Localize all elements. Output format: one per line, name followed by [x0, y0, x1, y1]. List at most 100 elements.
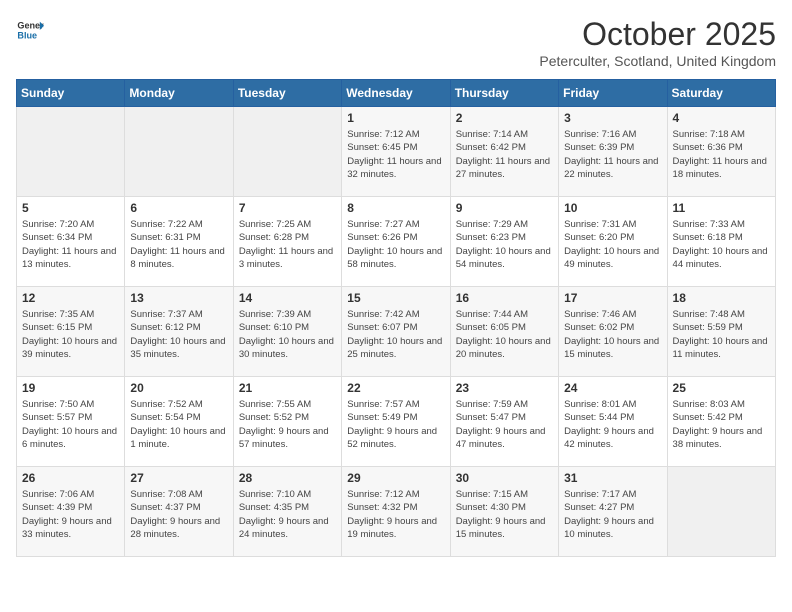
- calendar-cell: 29 Sunrise: 7:12 AMSunset: 4:32 PMDayligh…: [342, 467, 450, 557]
- calendar-header-row: SundayMondayTuesdayWednesdayThursdayFrid…: [17, 80, 776, 107]
- day-info: Sunrise: 7:12 AMSunset: 6:45 PMDaylight:…: [347, 128, 444, 181]
- day-number: 21: [239, 381, 336, 395]
- day-number: 7: [239, 201, 336, 215]
- day-number: 18: [673, 291, 770, 305]
- calendar-cell: 30 Sunrise: 7:15 AMSunset: 4:30 PMDayligh…: [450, 467, 558, 557]
- calendar-cell: 17 Sunrise: 7:46 AMSunset: 6:02 PMDayligh…: [559, 287, 667, 377]
- calendar-cell: 19Sunrise: 7:50 AMSunset: 5:57 PMDayligh…: [17, 377, 125, 467]
- day-info: Sunrise: 7:12 AMSunset: 4:32 PMDaylight:…: [347, 488, 444, 541]
- day-number: 14: [239, 291, 336, 305]
- day-info: Sunrise: 7:27 AMSunset: 6:26 PMDaylight:…: [347, 218, 444, 271]
- day-number: 28: [239, 471, 336, 485]
- day-number: 5: [22, 201, 119, 215]
- day-info: Sunrise: 7:39 AMSunset: 6:10 PMDaylight:…: [239, 308, 336, 361]
- calendar-cell: 26 Sunrise: 7:06 AMSunset: 4:39 PMDayligh…: [17, 467, 125, 557]
- day-info: Sunrise: 7:48 AMSunset: 5:59 PMDaylight:…: [673, 308, 770, 361]
- calendar-cell: 1 Sunrise: 7:12 AMSunset: 6:45 PMDaylight…: [342, 107, 450, 197]
- day-info: Sunrise: 7:35 AMSunset: 6:15 PMDaylight:…: [22, 308, 119, 361]
- logo-icon: General Blue: [16, 16, 44, 44]
- day-number: 15: [347, 291, 444, 305]
- calendar-cell: 13 Sunrise: 7:37 AMSunset: 6:12 PMDayligh…: [125, 287, 233, 377]
- calendar-cell: [125, 107, 233, 197]
- day-info: Sunrise: 7:42 AMSunset: 6:07 PMDaylight:…: [347, 308, 444, 361]
- calendar-table: SundayMondayTuesdayWednesdayThursdayFrid…: [16, 79, 776, 557]
- day-number: 27: [130, 471, 227, 485]
- day-number: 2: [456, 111, 553, 125]
- calendar-week-row: 5 Sunrise: 7:20 AMSunset: 6:34 PMDaylight…: [17, 197, 776, 287]
- calendar-week-row: 19Sunrise: 7:50 AMSunset: 5:57 PMDayligh…: [17, 377, 776, 467]
- day-info: Sunrise: 7:16 AMSunset: 6:39 PMDaylight:…: [564, 128, 661, 181]
- day-info: Sunrise: 7:46 AMSunset: 6:02 PMDaylight:…: [564, 308, 661, 361]
- calendar-cell: 11 Sunrise: 7:33 AMSunset: 6:18 PMDayligh…: [667, 197, 775, 287]
- day-number: 4: [673, 111, 770, 125]
- logo: General Blue: [16, 16, 44, 44]
- calendar-cell: 4 Sunrise: 7:18 AMSunset: 6:36 PMDaylight…: [667, 107, 775, 197]
- calendar-cell: 12 Sunrise: 7:35 AMSunset: 6:15 PMDayligh…: [17, 287, 125, 377]
- day-info: Sunrise: 7:14 AMSunset: 6:42 PMDaylight:…: [456, 128, 553, 181]
- day-info: Sunrise: 7:44 AMSunset: 6:05 PMDaylight:…: [456, 308, 553, 361]
- svg-text:Blue: Blue: [17, 30, 37, 40]
- day-number: 22: [347, 381, 444, 395]
- calendar-cell: 8 Sunrise: 7:27 AMSunset: 6:26 PMDaylight…: [342, 197, 450, 287]
- calendar-cell: 15 Sunrise: 7:42 AMSunset: 6:07 PMDayligh…: [342, 287, 450, 377]
- day-info: Sunrise: 7:29 AMSunset: 6:23 PMDaylight:…: [456, 218, 553, 271]
- weekday-header: Thursday: [450, 80, 558, 107]
- calendar-week-row: 12 Sunrise: 7:35 AMSunset: 6:15 PMDayligh…: [17, 287, 776, 377]
- day-number: 24: [564, 381, 661, 395]
- day-info: Sunrise: 7:18 AMSunset: 6:36 PMDaylight:…: [673, 128, 770, 181]
- day-number: 29: [347, 471, 444, 485]
- day-info: Sunrise: 7:59 AMSunset: 5:47 PMDaylight:…: [456, 398, 553, 451]
- calendar-cell: 28 Sunrise: 7:10 AMSunset: 4:35 PMDayligh…: [233, 467, 341, 557]
- day-number: 19: [22, 381, 119, 395]
- day-number: 13: [130, 291, 227, 305]
- day-number: 11: [673, 201, 770, 215]
- location: Peterculter, Scotland, United Kingdom: [539, 53, 776, 69]
- day-number: 9: [456, 201, 553, 215]
- day-info: Sunrise: 7:31 AMSunset: 6:20 PMDaylight:…: [564, 218, 661, 271]
- day-number: 20: [130, 381, 227, 395]
- day-number: 23: [456, 381, 553, 395]
- day-info: Sunrise: 7:08 AMSunset: 4:37 PMDaylight:…: [130, 488, 227, 541]
- page-header: General Blue October 2025 Peterculter, S…: [16, 16, 776, 69]
- day-number: 26: [22, 471, 119, 485]
- day-info: Sunrise: 7:06 AMSunset: 4:39 PMDaylight:…: [22, 488, 119, 541]
- day-number: 16: [456, 291, 553, 305]
- day-info: Sunrise: 7:55 AMSunset: 5:52 PMDaylight:…: [239, 398, 336, 451]
- month-title: October 2025: [539, 16, 776, 53]
- calendar-cell: 24Sunrise: 8:01 AMSunset: 5:44 PMDayligh…: [559, 377, 667, 467]
- calendar-cell: [667, 467, 775, 557]
- calendar-cell: [233, 107, 341, 197]
- calendar-cell: 14 Sunrise: 7:39 AMSunset: 6:10 PMDayligh…: [233, 287, 341, 377]
- calendar-cell: 21 Sunrise: 7:55 AMSunset: 5:52 PMDayligh…: [233, 377, 341, 467]
- day-info: Sunrise: 7:15 AMSunset: 4:30 PMDaylight:…: [456, 488, 553, 541]
- day-number: 17: [564, 291, 661, 305]
- day-number: 12: [22, 291, 119, 305]
- day-info: Sunrise: 7:10 AMSunset: 4:35 PMDaylight:…: [239, 488, 336, 541]
- day-info: Sunrise: 7:33 AMSunset: 6:18 PMDaylight:…: [673, 218, 770, 271]
- day-info: Sunrise: 8:03 AMSunset: 5:42 PMDaylight:…: [673, 398, 770, 451]
- calendar-cell: 5 Sunrise: 7:20 AMSunset: 6:34 PMDaylight…: [17, 197, 125, 287]
- calendar-cell: 23 Sunrise: 7:59 AMSunset: 5:47 PMDayligh…: [450, 377, 558, 467]
- calendar-week-row: 1 Sunrise: 7:12 AMSunset: 6:45 PMDaylight…: [17, 107, 776, 197]
- day-info: Sunrise: 7:52 AMSunset: 5:54 PMDaylight:…: [130, 398, 227, 451]
- day-info: Sunrise: 7:17 AMSunset: 4:27 PMDaylight:…: [564, 488, 661, 541]
- day-info: Sunrise: 7:20 AMSunset: 6:34 PMDaylight:…: [22, 218, 119, 271]
- day-number: 8: [347, 201, 444, 215]
- calendar-cell: 6Sunrise: 7:22 AMSunset: 6:31 PMDaylight…: [125, 197, 233, 287]
- day-info: Sunrise: 7:37 AMSunset: 6:12 PMDaylight:…: [130, 308, 227, 361]
- weekday-header: Saturday: [667, 80, 775, 107]
- calendar-cell: 18 Sunrise: 7:48 AMSunset: 5:59 PMDayligh…: [667, 287, 775, 377]
- calendar-cell: 20 Sunrise: 7:52 AMSunset: 5:54 PMDayligh…: [125, 377, 233, 467]
- day-number: 3: [564, 111, 661, 125]
- calendar-cell: 25Sunrise: 8:03 AMSunset: 5:42 PMDayligh…: [667, 377, 775, 467]
- weekday-header: Tuesday: [233, 80, 341, 107]
- day-number: 6: [130, 201, 227, 215]
- day-info: Sunrise: 7:57 AMSunset: 5:49 PMDaylight:…: [347, 398, 444, 451]
- day-number: 30: [456, 471, 553, 485]
- day-number: 1: [347, 111, 444, 125]
- calendar-cell: 7Sunrise: 7:25 AMSunset: 6:28 PMDaylight…: [233, 197, 341, 287]
- title-block: October 2025 Peterculter, Scotland, Unit…: [539, 16, 776, 69]
- calendar-cell: 2 Sunrise: 7:14 AMSunset: 6:42 PMDaylight…: [450, 107, 558, 197]
- calendar-week-row: 26 Sunrise: 7:06 AMSunset: 4:39 PMDayligh…: [17, 467, 776, 557]
- calendar-cell: 9 Sunrise: 7:29 AMSunset: 6:23 PMDaylight…: [450, 197, 558, 287]
